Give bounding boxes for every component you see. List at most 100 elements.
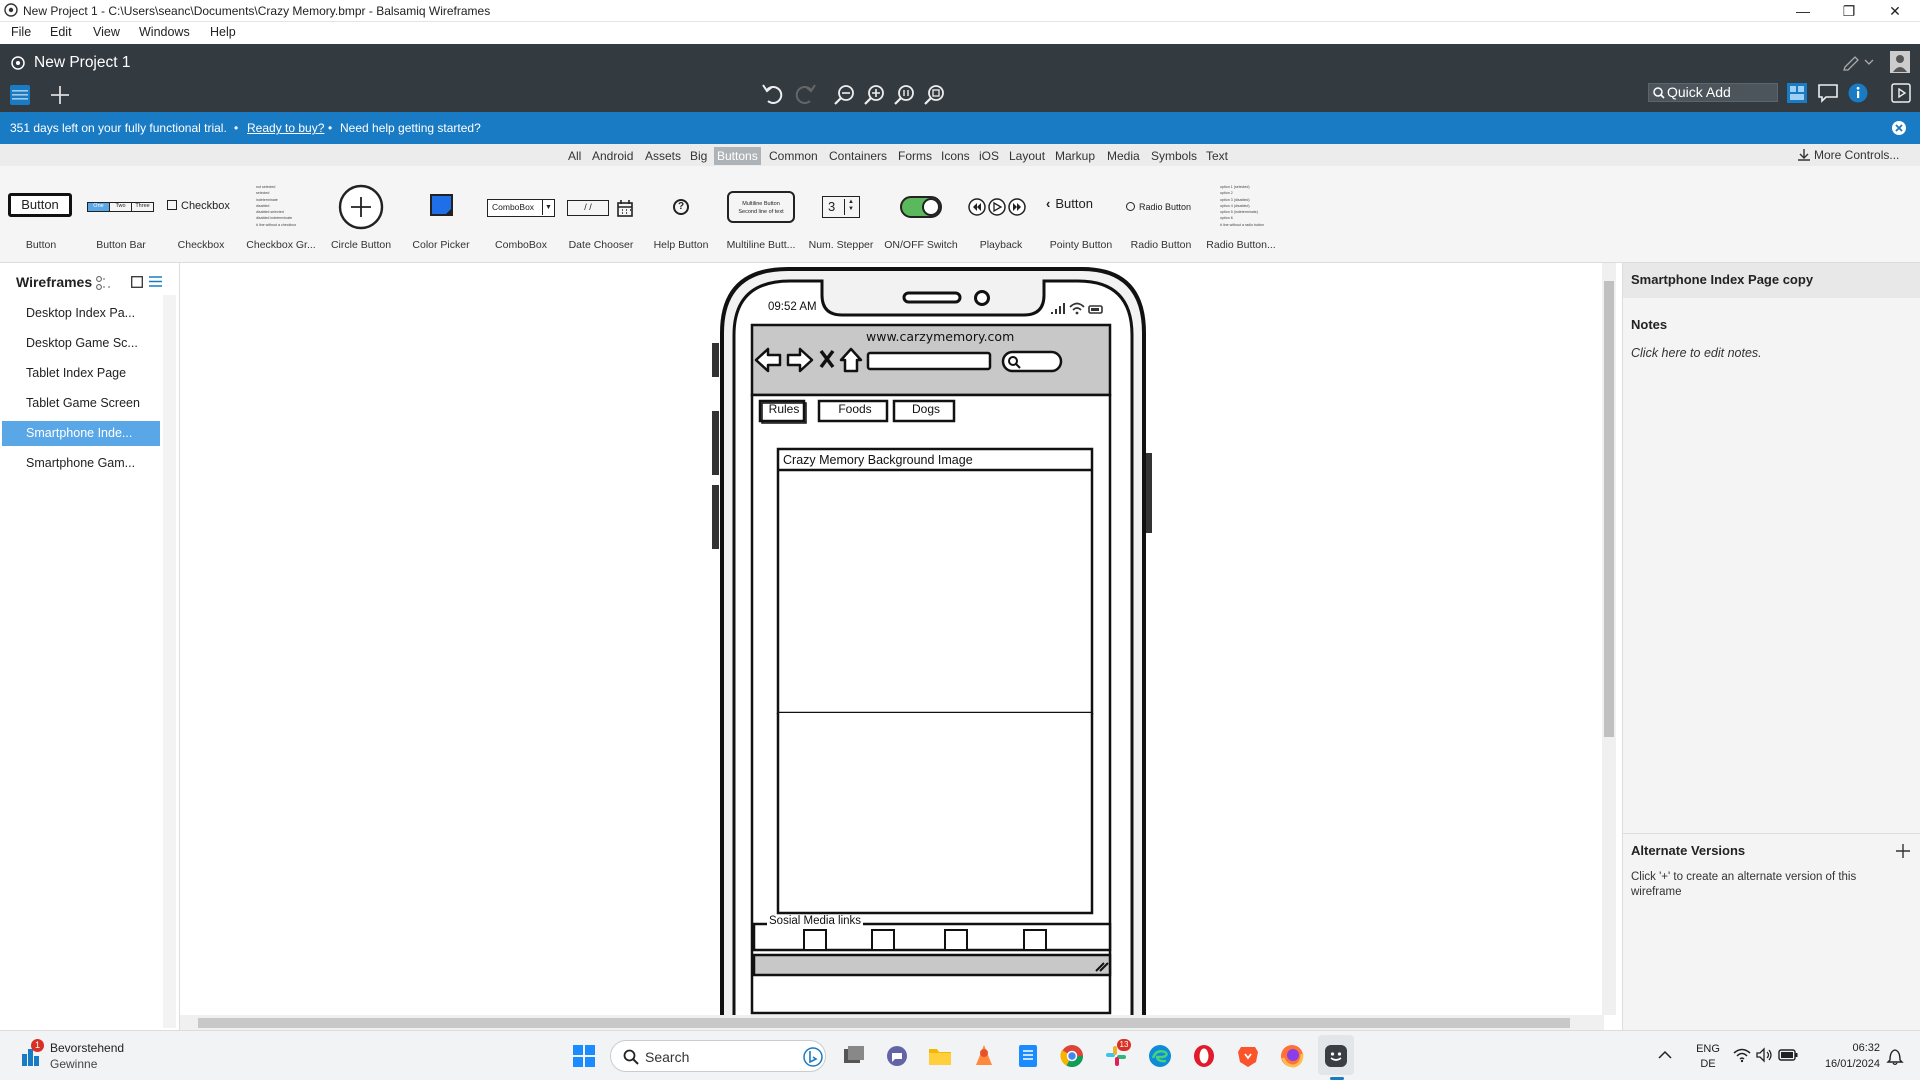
comments-icon[interactable] xyxy=(1818,84,1838,103)
tab-ios[interactable]: iOS xyxy=(976,147,1002,165)
chrome-icon[interactable] xyxy=(1060,1044,1084,1068)
wireframe-item-tablet-game[interactable]: Tablet Game Screen xyxy=(2,391,160,416)
tab-text[interactable]: Text xyxy=(1203,147,1231,165)
wireframe-name[interactable]: Smartphone Index Page copy xyxy=(1631,272,1813,287)
weather-widget[interactable]: 1 Bevorstehend Gewinne xyxy=(18,1039,158,1073)
wireframe-canvas[interactable]: 09:52 AM www.carzymemory.com Rules Foods… xyxy=(180,263,1604,1023)
canvas-vertical-scrollbar[interactable] xyxy=(1602,263,1616,1015)
tab-symbols[interactable]: Symbols xyxy=(1148,147,1200,165)
teams-chat-icon[interactable] xyxy=(885,1044,909,1068)
zoom-fit-icon[interactable] xyxy=(924,84,946,106)
battery-icon[interactable] xyxy=(1778,1049,1798,1061)
presentation-mode-icon[interactable] xyxy=(1891,83,1911,103)
info-icon[interactable] xyxy=(1848,83,1868,103)
wireframe-item-desktop-index[interactable]: Desktop Index Pa... xyxy=(2,301,160,326)
cbg-line: # line without a checkbox xyxy=(256,222,297,227)
thumbnail-view-icon[interactable] xyxy=(131,276,143,288)
library-item-button-bar[interactable]: One Two Three xyxy=(87,202,154,212)
library-item-combobox[interactable]: ComboBox ▼ xyxy=(487,199,555,217)
wireframe-item-tablet-index[interactable]: Tablet Index Page xyxy=(2,361,160,386)
wireframes-scrollbar[interactable] xyxy=(163,295,176,1028)
notes-field[interactable]: Click here to edit notes. xyxy=(1631,346,1762,360)
ready-to-buy-link[interactable]: Ready to buy? xyxy=(247,121,324,135)
help-getting-started-link[interactable]: Need help getting started? xyxy=(340,121,481,135)
opera-icon[interactable] xyxy=(1192,1044,1216,1068)
restore-button[interactable]: ❐ xyxy=(1826,0,1872,22)
notification-bell-icon[interactable] xyxy=(1886,1047,1904,1066)
edit-mode-icon[interactable] xyxy=(1843,54,1875,71)
firefox-icon[interactable] xyxy=(1280,1044,1304,1068)
balsamiq-taskbar-icon[interactable] xyxy=(1324,1044,1348,1068)
horizontal-scroll-thumb[interactable] xyxy=(198,1018,1570,1028)
notepad-icon[interactable] xyxy=(1016,1044,1040,1068)
wireframe-item-smartphone-game[interactable]: Smartphone Gam... xyxy=(2,451,160,476)
volume-icon[interactable] xyxy=(1756,1047,1772,1063)
language-code[interactable]: ENG xyxy=(1693,1043,1723,1055)
vertical-scroll-thumb[interactable] xyxy=(1604,281,1614,737)
tab-media[interactable]: Media xyxy=(1104,147,1143,165)
menu-file[interactable]: File xyxy=(11,25,31,39)
tab-assets[interactable]: Assets xyxy=(642,147,684,165)
library-item-playback[interactable] xyxy=(968,198,1026,216)
tab-android[interactable]: Android xyxy=(589,147,636,165)
library-item-num-stepper[interactable]: 3 ▲ ▼ xyxy=(822,196,860,218)
menu-help[interactable]: Help xyxy=(210,25,236,39)
clock-time[interactable]: 06:32 xyxy=(1810,1042,1880,1054)
edge-icon[interactable] xyxy=(1148,1044,1172,1068)
library-item-color-picker[interactable] xyxy=(430,194,454,218)
keyboard-layout[interactable]: DE xyxy=(1693,1058,1723,1070)
brave-icon[interactable] xyxy=(1236,1044,1260,1068)
windows-start-icon[interactable] xyxy=(572,1044,596,1068)
zoom-out-icon[interactable] xyxy=(834,84,856,106)
close-window-button[interactable]: ✕ xyxy=(1872,0,1918,22)
tab-buttons[interactable]: Buttons xyxy=(714,147,761,165)
add-alternate-icon[interactable] xyxy=(1895,843,1911,859)
quick-add-input[interactable]: Quick Add xyxy=(1648,83,1778,102)
task-view-icon[interactable] xyxy=(842,1044,866,1068)
minimize-button[interactable]: — xyxy=(1780,0,1826,22)
tab-common[interactable]: Common xyxy=(766,147,821,165)
tab-big[interactable]: Big xyxy=(687,147,710,165)
library-item-button[interactable]: Button xyxy=(8,193,72,217)
close-banner-icon[interactable] xyxy=(1892,121,1906,135)
more-controls-button[interactable]: More Controls... xyxy=(1798,148,1899,162)
library-item-pointy-button[interactable]: ‹ Button xyxy=(1046,196,1093,211)
menu-edit[interactable]: Edit xyxy=(50,25,72,39)
tab-all[interactable]: All xyxy=(565,147,584,165)
library-item-date-chooser[interactable]: / / xyxy=(567,200,609,216)
library-item-circle-button[interactable] xyxy=(338,184,384,230)
tab-markup[interactable]: Markup xyxy=(1052,147,1098,165)
zoom-in-icon[interactable] xyxy=(864,84,886,106)
list-view-icon[interactable] xyxy=(149,275,162,288)
tab-icons[interactable]: Icons xyxy=(938,147,973,165)
library-item-onoff-switch[interactable] xyxy=(900,196,942,218)
app-icon-orange[interactable] xyxy=(972,1044,996,1068)
wireframe-item-smartphone-index[interactable]: Smartphone Inde... xyxy=(2,421,160,446)
library-item-checkbox[interactable]: Checkbox xyxy=(167,200,230,212)
tab-layout[interactable]: Layout xyxy=(1006,147,1048,165)
canvas-horizontal-scrollbar[interactable] xyxy=(180,1015,1604,1030)
wireframe-options-icon[interactable] xyxy=(96,276,112,290)
add-wireframe-icon[interactable] xyxy=(50,85,70,105)
library-item-radio-button[interactable]: Radio Button xyxy=(1126,202,1191,212)
menu-view[interactable]: View xyxy=(93,25,120,39)
library-item-radio-group[interactable]: option 1 (selected) option 2 option 3 (d… xyxy=(1220,184,1272,228)
library-item-multiline-button[interactable]: Multiline Button Second line of text xyxy=(727,191,795,223)
wifi-icon[interactable] xyxy=(1733,1048,1751,1063)
wireframe-item-desktop-game[interactable]: Desktop Game Sc... xyxy=(2,331,160,356)
user-account-icon[interactable] xyxy=(1890,51,1910,73)
zoom-actual-icon[interactable] xyxy=(894,84,916,106)
chevron-up-icon[interactable] xyxy=(1658,1050,1672,1060)
tab-forms[interactable]: Forms xyxy=(895,147,935,165)
library-item-help-button[interactable]: ? xyxy=(673,199,689,215)
clock-date[interactable]: 16/01/2024 xyxy=(1810,1058,1880,1070)
file-explorer-icon[interactable] xyxy=(928,1044,952,1068)
tab-containers[interactable]: Containers xyxy=(826,147,890,165)
ui-library-icon[interactable] xyxy=(1787,83,1807,103)
wireframes-panel-icon[interactable] xyxy=(10,85,30,105)
menu-windows[interactable]: Windows xyxy=(139,25,190,39)
taskbar-search[interactable]: Search xyxy=(610,1040,826,1072)
redo-icon[interactable] xyxy=(794,82,816,106)
undo-icon[interactable] xyxy=(762,82,784,106)
library-item-checkbox-group[interactable]: not selected selected indeterminate disa… xyxy=(256,184,306,228)
